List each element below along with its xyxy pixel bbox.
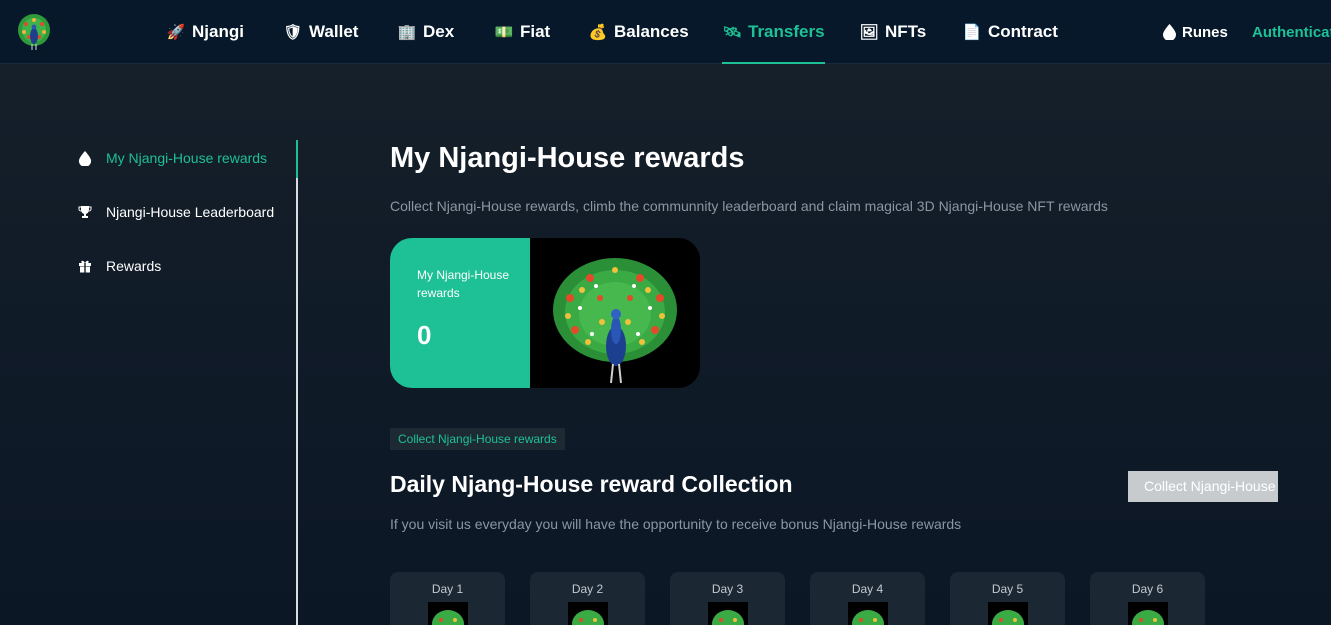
nav-authenticate-label: Authenticat [1252,23,1331,41]
day-label: Day 3 [711,582,744,596]
shield-icon: 🛡 [283,24,303,41]
nav-balances-label: Balances [614,22,689,41]
rewards-card-stats: My Njangi-House rewards 0 [390,238,530,388]
nav-contract-label: Contract [988,22,1058,41]
drop-icon [78,150,92,166]
nav-wallet[interactable]: 🛡 Wallet [283,0,358,64]
peacock-thumbnail [1127,602,1168,625]
peacock-thumbnail [567,602,608,625]
rewards-card: My Njangi-House rewards 0 [390,238,700,388]
sidebar-item-label: Rewards [106,258,162,274]
rocket-icon: 🚀 [166,24,186,41]
document-icon: 📄 [962,24,982,41]
nav-runes[interactable]: Runes [1163,0,1228,64]
peacock-icon [991,610,1024,625]
top-navbar: 🚀 Njangi 🛡 Wallet 🏢 Dex 💵 Fiat 💰 Balance… [0,0,1331,64]
peacock-icon [1131,610,1164,625]
day-label: Day 1 [431,582,464,596]
peacock-thumbnail [987,602,1028,625]
nav-nfts[interactable]: 🖼 NFTs [859,0,926,64]
peacock-icon [851,610,884,625]
day-label: Day 6 [1131,582,1164,596]
day-card-5[interactable]: Day 5 [950,572,1065,625]
sidebar-item-label: My Njangi-House rewards [106,150,268,166]
trophy-icon [78,206,92,218]
nav-wallet-label: Wallet [309,22,359,41]
sidebar-item-rewards[interactable]: Rewards [78,258,161,274]
peacock-thumbnail [707,602,748,625]
nav-dex-label: Dex [423,22,455,41]
building-icon: 🏢 [397,24,417,41]
peacock-icon [571,610,604,625]
nav-transfers[interactable]: 🛰 Transfers [722,0,825,64]
satellite-icon: 🛰 [722,24,742,41]
rewards-card-label: My Njangi-House rewards [417,268,510,300]
nav-authenticate[interactable]: Authenticat [1252,0,1331,64]
day-label: Day 5 [991,582,1024,596]
nav-balances[interactable]: 💰 Balances [588,0,689,64]
frame-icon: 🖼 [859,24,879,41]
nav-transfers-label: Transfers [748,22,825,41]
peacock-thumbnail [427,602,468,625]
day-card-2[interactable]: Day 2 [530,572,645,625]
nav-fiat-label: Fiat [520,22,551,41]
peacock-thumbnail [847,602,888,625]
sidebar-item-my-rewards[interactable]: My Njangi-House rewards [78,150,267,166]
gift-icon [79,260,91,273]
sidebar-divider [296,140,298,625]
daily-collection-title: Daily Njang-House reward Collection [390,471,793,497]
peacock-logo-icon[interactable] [14,12,54,52]
day-label: Day 2 [571,582,604,596]
nav-njangi-label: Njangi [192,22,244,41]
day-card-6[interactable]: Day 6 [1090,572,1205,625]
nav-nfts-label: NFTs [885,22,927,41]
daily-collection-subtitle: If you visit us everyday you will have t… [390,516,962,532]
day-card-4[interactable]: Day 4 [810,572,925,625]
sidebar-item-label: Njangi-House Leaderboard [106,204,275,220]
drop-icon [1163,24,1176,40]
rewards-card-value: 0 [417,320,432,350]
cash-icon: 💵 [494,24,514,41]
page-title: My Njangi-House rewards [390,142,745,174]
peacock-icon [431,610,464,625]
collect-rewards-tag: Collect Njangi-House rewards [390,428,565,450]
day-label: Day 4 [851,582,884,596]
peacock-image [530,238,700,388]
sidebar-item-leaderboard[interactable]: Njangi-House Leaderboard [78,204,274,220]
sidebar-active-indicator [296,140,298,178]
nav-dex[interactable]: 🏢 Dex [397,0,455,64]
nav-contract[interactable]: 📄 Contract [962,0,1058,64]
money-bag-icon: 💰 [588,24,608,41]
day-card-3[interactable]: Day 3 [670,572,785,625]
day-card-1[interactable]: Day 1 [390,572,505,625]
collect-rewards-button[interactable]: Collect Njangi-House [1128,471,1278,502]
nav-runes-label: Runes [1182,23,1228,41]
page-subtitle: Collect Njangi-House rewards, climb the … [390,198,1108,214]
sidebar [0,64,298,625]
peacock-icon [711,610,744,625]
nav-fiat[interactable]: 💵 Fiat [494,0,551,64]
peacock-icon [553,258,677,384]
nav-njangi[interactable]: 🚀 Njangi [166,0,244,64]
